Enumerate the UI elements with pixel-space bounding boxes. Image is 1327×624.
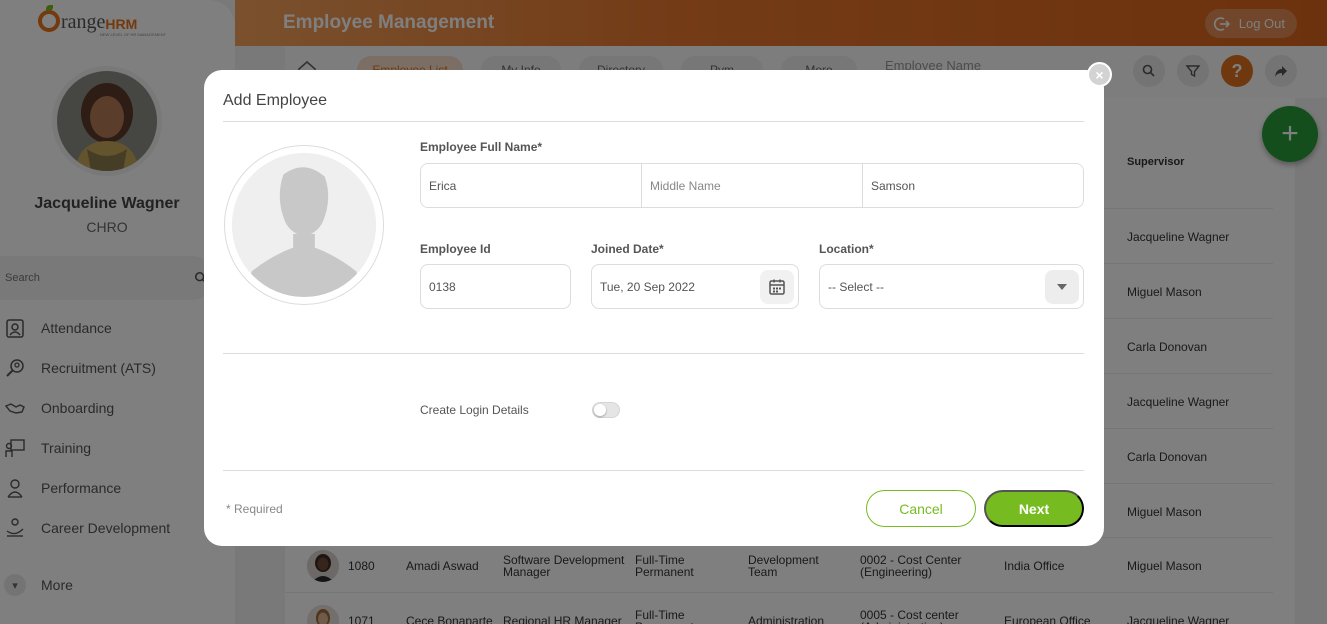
title-divider	[223, 121, 1084, 122]
middle-name-input[interactable]	[642, 164, 863, 207]
employee-id-input[interactable]	[429, 279, 562, 294]
create-login-toggle[interactable]	[592, 402, 620, 418]
dialog-title: Add Employee	[223, 92, 328, 109]
full-name-group	[420, 163, 1084, 208]
location-select[interactable]: -- Select --	[819, 264, 1084, 309]
footer-divider	[223, 470, 1084, 471]
next-button[interactable]: Next	[984, 490, 1084, 527]
caret-down-icon	[1057, 284, 1067, 290]
location-label: Location*	[819, 242, 874, 256]
user-placeholder-icon	[232, 153, 376, 297]
full-name-label: Employee Full Name*	[420, 140, 543, 154]
location-selected-value: -- Select --	[828, 279, 885, 294]
toggle-knob	[594, 404, 606, 416]
close-dialog-button[interactable]: ×	[1087, 62, 1112, 87]
location-dropdown-button[interactable]	[1045, 270, 1079, 304]
first-name-input[interactable]	[421, 164, 642, 207]
last-name-input[interactable]	[863, 164, 1083, 207]
create-login-label: Create Login Details	[420, 403, 529, 417]
calendar-button[interactable]	[760, 270, 794, 304]
joined-date-field	[591, 264, 799, 309]
employee-id-field	[420, 264, 571, 309]
joined-date-label: Joined Date*	[591, 242, 664, 256]
add-employee-dialog: Add Employee Employee Full Name* Employe…	[204, 70, 1104, 546]
cancel-button[interactable]: Cancel	[866, 490, 976, 527]
close-icon: ×	[1095, 66, 1104, 83]
calendar-icon	[769, 279, 785, 295]
section-divider	[223, 353, 1084, 354]
employee-id-label: Employee Id	[420, 242, 491, 256]
employee-photo-upload[interactable]	[224, 145, 384, 305]
required-note: * Required	[226, 502, 283, 516]
